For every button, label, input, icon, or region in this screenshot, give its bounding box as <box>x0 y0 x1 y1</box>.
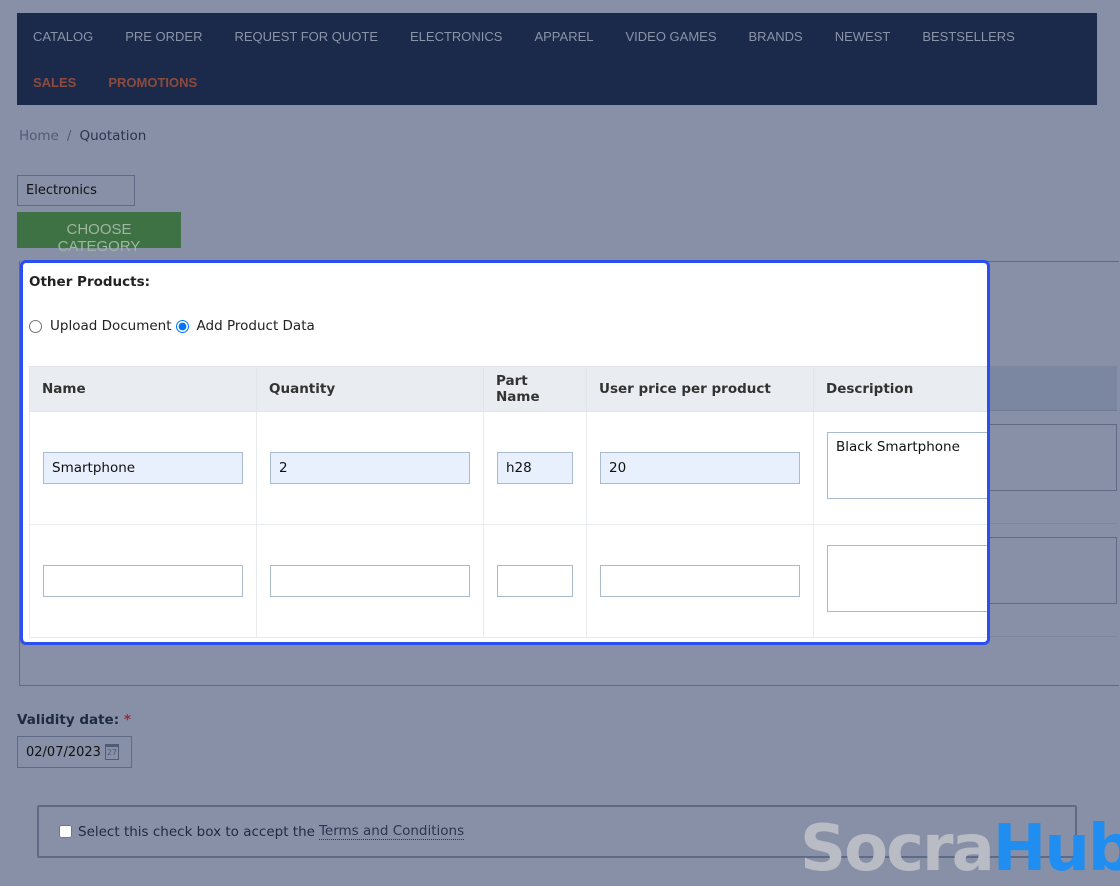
nav-pre-order[interactable]: PRE ORDER <box>125 29 202 44</box>
terms-link[interactable]: Terms and Conditions <box>318 823 465 840</box>
part-input[interactable] <box>497 452 573 484</box>
nav-newest[interactable]: NEWEST <box>835 29 891 44</box>
required-marker: * <box>123 712 131 728</box>
other-products-title: Other Products: <box>29 274 151 290</box>
highlighted-other-products-panel: Other Products: Upload Document Add Prod… <box>20 260 990 645</box>
nav-bestsellers[interactable]: BESTSELLERS <box>922 29 1015 44</box>
row-divider <box>990 636 1117 637</box>
textarea-overflow <box>990 424 1117 491</box>
add-product-data-label[interactable]: Add Product Data <box>197 318 315 334</box>
validity-date-label-text: Validity date: <box>17 712 120 728</box>
price-input[interactable] <box>600 452 800 484</box>
cell-part <box>483 524 587 638</box>
price-input[interactable] <box>600 565 800 597</box>
nav-promotions[interactable]: PROMOTIONS <box>108 75 197 90</box>
cell-price <box>586 524 814 638</box>
cell-description: Black Smartphone <box>813 411 987 525</box>
breadcrumb-current: Quotation <box>79 128 147 144</box>
top-nav: CATALOG PRE ORDER REQUEST FOR QUOTE ELECTRO… <box>17 13 1097 105</box>
nav-electronics[interactable]: ELECTRONICS <box>410 29 502 44</box>
terms-text: Select this check box to accept the <box>78 823 315 840</box>
part-input[interactable] <box>497 565 573 597</box>
add-product-data-radio[interactable] <box>175 319 189 333</box>
cell-name <box>29 524 257 638</box>
nav-catalog[interactable]: CATALOG <box>33 29 93 44</box>
cell-quantity <box>256 411 484 525</box>
upload-document-radio[interactable] <box>29 319 42 333</box>
nav-video-games[interactable]: VIDEO GAMES <box>625 29 716 44</box>
description-textarea[interactable]: Black Smartphone <box>827 432 987 499</box>
category-select[interactable]: Electronics <box>17 175 135 206</box>
description-textarea[interactable] <box>827 545 987 612</box>
row-divider <box>990 523 1117 524</box>
nav-sales[interactable]: SALES <box>33 75 76 90</box>
textarea-overflow <box>990 537 1117 604</box>
column-header-quantity: Quantity <box>256 366 484 412</box>
breadcrumb-separator: / <box>66 128 72 144</box>
table-header-overflow <box>990 366 1117 411</box>
quantity-input[interactable] <box>270 452 470 484</box>
breadcrumb: Home / Quotation <box>19 128 146 144</box>
products-table: Name Quantity Part Name User price per p… <box>29 366 987 638</box>
upload-document-label[interactable]: Upload Document <box>50 318 172 334</box>
cell-price <box>586 411 814 525</box>
nav-brands[interactable]: BRANDS <box>749 29 803 44</box>
validity-date-label: Validity date: * <box>17 712 131 728</box>
name-input[interactable] <box>43 452 243 484</box>
table-row: Black Smartphone <box>29 411 987 525</box>
column-header-user-price: User price per product <box>586 366 814 412</box>
cell-part <box>483 411 587 525</box>
cell-quantity <box>256 524 484 638</box>
column-header-name: Name <box>29 366 257 412</box>
nav-request-for-quote[interactable]: REQUEST FOR QUOTE <box>235 29 379 44</box>
column-header-part-name: Part Name <box>483 366 587 412</box>
column-header-description: Description <box>813 366 987 412</box>
validity-date-input[interactable]: 02/07/2023 27 <box>17 736 132 768</box>
name-input[interactable] <box>43 565 243 597</box>
validity-date-value: 02/07/2023 <box>26 744 101 760</box>
table-row <box>29 524 987 638</box>
nav-apparel[interactable]: APPAREL <box>534 29 593 44</box>
breadcrumb-home[interactable]: Home <box>19 128 59 144</box>
cell-name <box>29 411 257 525</box>
calendar-icon[interactable]: 27 <box>104 744 119 760</box>
socrahub-watermark-logo: SocraHub <box>800 812 1120 886</box>
choose-category-button[interactable]: CHOOSE CATEGORY <box>17 212 181 255</box>
accept-terms-checkbox[interactable] <box>59 825 72 838</box>
input-mode-radio-group: Upload Document Add Product Data <box>29 318 319 334</box>
cell-description <box>813 524 987 638</box>
quantity-input[interactable] <box>270 565 470 597</box>
